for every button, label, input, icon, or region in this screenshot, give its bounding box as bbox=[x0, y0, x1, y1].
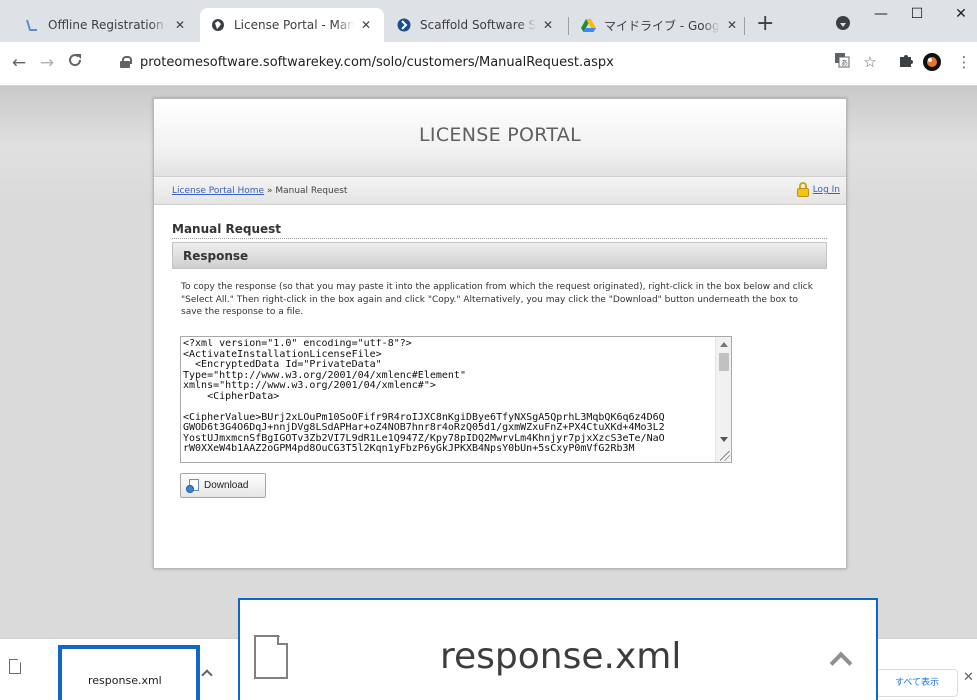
tab-strip: Offline Registration for S ✕ License Por… bbox=[0, 0, 977, 42]
url-text: proteomesoftware.softwarekey.com/solo/cu… bbox=[140, 55, 614, 70]
login-link[interactable]: Log In bbox=[813, 185, 840, 195]
close-window-button[interactable]: ✕ bbox=[946, 6, 976, 26]
bookmark-star-icon[interactable]: ☆ bbox=[860, 52, 880, 72]
file-fold bbox=[277, 635, 288, 645]
file-icon bbox=[9, 659, 21, 674]
download-button[interactable]: Download bbox=[180, 473, 266, 498]
download-file-name-large: response.xml bbox=[440, 636, 682, 677]
page-title: LICENSE PORTAL bbox=[419, 124, 581, 146]
browser-menu-icon[interactable]: ⋮ bbox=[954, 52, 974, 72]
chevron-up-icon bbox=[829, 651, 853, 675]
breadcrumb-home-link[interactable]: License Portal Home bbox=[172, 186, 264, 196]
response-heading: Response bbox=[172, 242, 827, 269]
new-tab-button[interactable]: + bbox=[756, 13, 774, 35]
tab-title: Offline Registration for S bbox=[48, 18, 168, 32]
response-textarea[interactable]: <?xml version="1.0" encoding="utf-8"?> <… bbox=[180, 336, 732, 463]
scroll-thumb[interactable] bbox=[719, 353, 729, 371]
textarea-scrollbar[interactable] bbox=[715, 337, 731, 462]
download-file-name: response.xml bbox=[88, 674, 162, 687]
translate-icon[interactable]: あ bbox=[832, 52, 852, 72]
tab-separator bbox=[568, 17, 569, 35]
back-button[interactable]: ← bbox=[8, 52, 30, 74]
resize-grip-icon[interactable] bbox=[720, 451, 730, 461]
google-drive-icon bbox=[580, 17, 596, 33]
maximize-button[interactable]: ☐ bbox=[902, 6, 932, 26]
download-button-label: Download bbox=[204, 480, 249, 491]
tab-license-portal[interactable]: License Portal - Manual ✕ bbox=[200, 8, 384, 42]
tab-title: License Portal - Manual bbox=[234, 18, 354, 32]
extensions-puzzle-icon[interactable] bbox=[896, 52, 916, 72]
show-all-button[interactable]: すべて表示 bbox=[876, 669, 958, 697]
tab-title: マイドライブ - Google ドライ bbox=[604, 18, 720, 33]
content-panel: LICENSE PORTAL License Portal Home » Man… bbox=[153, 98, 847, 569]
response-text: <?xml version="1.0" encoding="utf-8"?> <… bbox=[183, 339, 665, 454]
scroll-down-icon[interactable] bbox=[720, 437, 728, 442]
breadcrumb-current: Manual Request bbox=[275, 186, 348, 196]
lock-icon bbox=[120, 56, 132, 68]
browser-toolbar: ← → proteomesoftware.softwarekey.com/sol… bbox=[0, 42, 977, 86]
page-viewport: LICENSE PORTAL License Portal Home » Man… bbox=[0, 86, 977, 638]
close-tab-icon[interactable]: ✕ bbox=[540, 18, 556, 32]
close-shelf-button[interactable]: ✕ bbox=[963, 670, 974, 685]
section-title: Manual Request bbox=[172, 222, 827, 239]
tab-offline-registration[interactable]: Offline Registration for S ✕ bbox=[14, 8, 198, 42]
download-item-magnified: response.xml bbox=[238, 598, 878, 700]
close-tab-icon[interactable]: ✕ bbox=[172, 18, 188, 32]
close-tab-icon[interactable]: ✕ bbox=[724, 18, 740, 32]
app-icon bbox=[396, 17, 412, 33]
chevron-up-icon[interactable] bbox=[201, 669, 213, 681]
scroll-up-icon[interactable] bbox=[720, 342, 728, 347]
svg-text:あ: あ bbox=[841, 59, 848, 67]
breadcrumb-separator: » bbox=[264, 186, 276, 196]
close-tab-icon[interactable]: ✕ bbox=[358, 18, 374, 32]
profile-menu-icon[interactable] bbox=[836, 16, 850, 30]
padlock-icon bbox=[796, 182, 810, 198]
download-item[interactable]: response.xml bbox=[58, 645, 200, 700]
profile-avatar-icon[interactable] bbox=[922, 52, 942, 72]
reload-button[interactable] bbox=[64, 52, 86, 74]
portal-header: LICENSE PORTAL bbox=[154, 99, 846, 177]
minimize-button[interactable]: — bbox=[866, 6, 896, 26]
breadcrumb: License Portal Home » Manual Request Log… bbox=[154, 177, 846, 205]
forward-button[interactable]: → bbox=[36, 52, 58, 74]
instructions-text: To copy the response (so that you may pa… bbox=[181, 282, 813, 317]
tab-title: Scaffold Software Solutio bbox=[420, 18, 536, 32]
globe-icon bbox=[210, 17, 226, 33]
tab-scaffold[interactable]: Scaffold Software Solutio ✕ bbox=[386, 8, 566, 42]
tab-google-drive[interactable]: マイドライブ - Google ドライ ✕ bbox=[570, 8, 750, 42]
download-icon bbox=[186, 478, 200, 493]
tab-separator bbox=[744, 17, 745, 35]
login-area[interactable]: Log In bbox=[796, 182, 840, 198]
app-icon bbox=[24, 17, 40, 33]
